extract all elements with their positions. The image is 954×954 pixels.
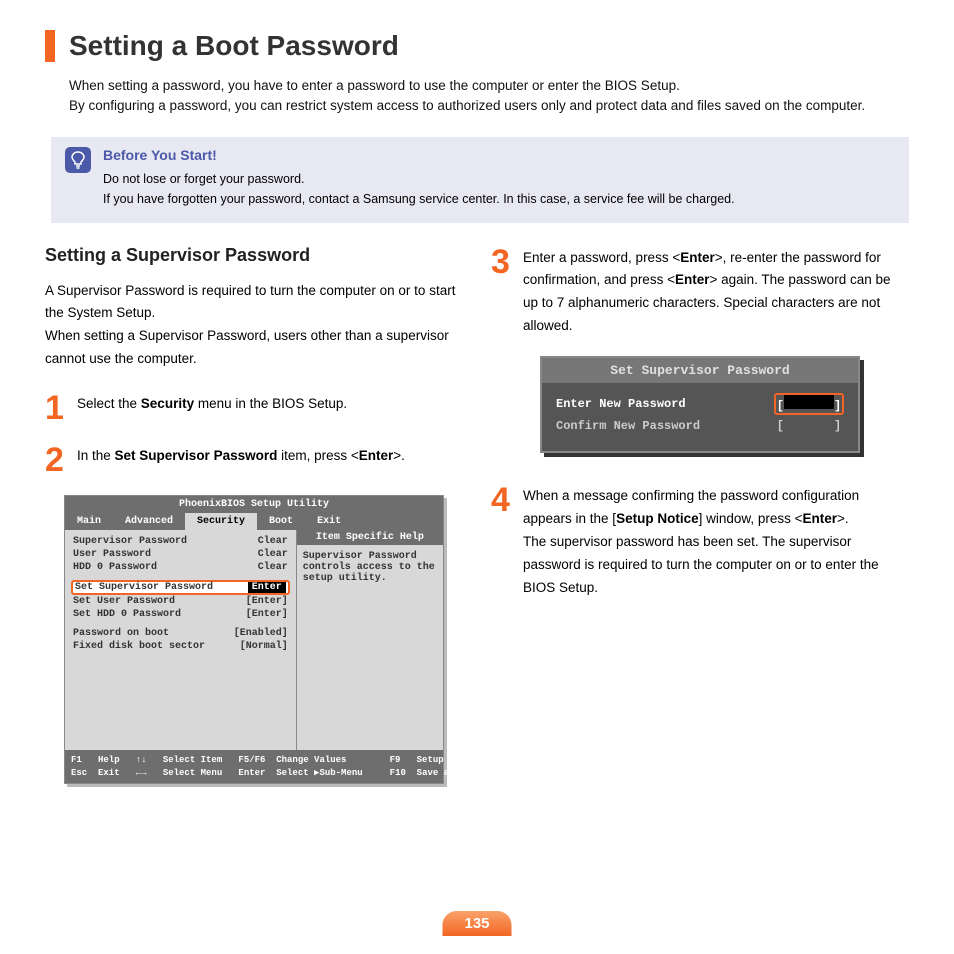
bracket: [ — [777, 399, 784, 413]
bios-tab-exit: Exit — [305, 513, 353, 530]
bios-footer-line: Esc Exit ←→ Select Menu Enter Select ▶Su… — [71, 767, 487, 780]
lightbulb-icon — [65, 147, 91, 173]
step-text: menu in the BIOS Setup. — [194, 396, 347, 411]
step-bold: Setup Notice — [616, 511, 699, 526]
bios-item-label: Password on boot — [73, 628, 169, 639]
bios-item-label: Fixed disk boot sector — [73, 641, 205, 652]
bios-items: Supervisor Password Clear User Password Cl… — [65, 530, 296, 750]
step-2: 2 In the Set Supervisor Password item, p… — [45, 443, 463, 477]
bios-item-value: Clear — [258, 562, 288, 573]
bios-item-value: [Normal] — [240, 641, 288, 652]
password-field: [] — [774, 419, 844, 433]
password-field-active: [] — [774, 393, 844, 415]
tip-box: Before You Start! Do not lose or forget … — [51, 137, 909, 223]
password-row-enter: Enter New Password [] — [556, 393, 844, 415]
bios-tab-main: Main — [65, 513, 113, 530]
step-number: 1 — [45, 391, 67, 425]
bios-utility-title: PhoenixBIOS Setup Utility — [65, 496, 443, 513]
bios-item-value: Clear — [258, 536, 288, 547]
step-text: >. — [837, 511, 849, 526]
bios-item-value: [Enter] — [246, 609, 288, 620]
step-text: item, press < — [277, 448, 358, 463]
bios-item-label: Supervisor Password — [73, 536, 187, 547]
bios-footer-line: F1 Help ↑↓ Select Item F5/F6 Change Valu… — [71, 754, 492, 767]
step-number: 2 — [45, 443, 67, 477]
step-text: Select the — [77, 396, 141, 411]
section-intro: A Supervisor Password is required to tur… — [45, 280, 463, 372]
bios-help-panel: Item Specific Help Supervisor Password c… — [296, 530, 443, 750]
tip-title: Before You Start! — [103, 147, 735, 163]
password-label: Confirm New Password — [556, 419, 700, 433]
left-column: Setting a Supervisor Password A Supervis… — [45, 245, 463, 785]
password-row-confirm: Confirm New Password [] — [556, 419, 844, 433]
step-4: 4 When a message confirming the password… — [491, 483, 909, 600]
bios-tab-security: Security — [185, 513, 257, 530]
bios-help-text: Supervisor Password controls access to t… — [303, 551, 437, 584]
step-text: The supervisor password has been set. Th… — [523, 534, 879, 595]
title-row: Setting a Boot Password — [45, 30, 909, 62]
bracket: [ — [777, 419, 784, 433]
tip-line-1: Do not lose or forget your password. — [103, 169, 735, 189]
step-bold: Enter — [803, 511, 838, 526]
password-dialog-title: Set Supervisor Password — [542, 358, 858, 383]
page-number: 135 — [442, 911, 511, 936]
bios-item-value: Clear — [258, 549, 288, 560]
step-bold: Security — [141, 396, 194, 411]
step-text: ] window, press < — [699, 511, 803, 526]
bios-tabs: Main Advanced Security Boot Exit — [65, 513, 443, 530]
step-bold: Enter — [675, 272, 710, 287]
bios-item-label: Set Supervisor Password — [75, 582, 213, 593]
bios-item-label: User Password — [73, 549, 151, 560]
bios-tab-boot: Boot — [257, 513, 305, 530]
step-text: >. — [393, 448, 405, 463]
bios-item-label: Set HDD 0 Password — [73, 609, 181, 620]
step-text: In the — [77, 448, 115, 463]
bracket: ] — [834, 399, 841, 413]
bios-help-title: Item Specific Help — [297, 530, 443, 545]
bios-item-value: [Enter] — [246, 596, 288, 607]
section-heading: Setting a Supervisor Password — [45, 245, 463, 266]
bios-tab-advanced: Advanced — [113, 513, 185, 530]
step-1: 1 Select the Security menu in the BIOS S… — [45, 391, 463, 425]
bios-item-label: Set User Password — [73, 596, 175, 607]
bios-item-value: Enter — [248, 582, 286, 593]
title-accent-bar — [45, 30, 55, 62]
bios-item-value: [Enabled] — [234, 628, 288, 639]
password-dialog: Set Supervisor Password Enter New Passwo… — [540, 356, 860, 453]
step-number: 4 — [491, 483, 513, 600]
bios-item-label: HDD 0 Password — [73, 562, 157, 573]
bios-screenshot: PhoenixBIOS Setup Utility Main Advanced … — [64, 495, 444, 784]
step-text: Enter a password, press < — [523, 250, 680, 265]
right-column: 3 Enter a password, press <Enter>, re-en… — [491, 245, 909, 785]
tip-line-2: If you have forgotten your password, con… — [103, 189, 735, 209]
bios-item-highlighted: Set Supervisor Password Enter — [71, 580, 290, 595]
page-title: Setting a Boot Password — [69, 30, 399, 62]
step-bold: Enter — [359, 448, 394, 463]
intro-paragraph: When setting a password, you have to ent… — [69, 76, 909, 117]
step-3: 3 Enter a password, press <Enter>, re-en… — [491, 245, 909, 339]
password-label: Enter New Password — [556, 397, 686, 411]
step-number: 3 — [491, 245, 513, 339]
bios-footer: F1 Help ↑↓ Select Item F5/F6 Change Valu… — [65, 750, 443, 783]
step-bold: Set Supervisor Password — [115, 448, 278, 463]
step-bold: Enter — [680, 250, 715, 265]
bracket: ] — [834, 419, 841, 433]
